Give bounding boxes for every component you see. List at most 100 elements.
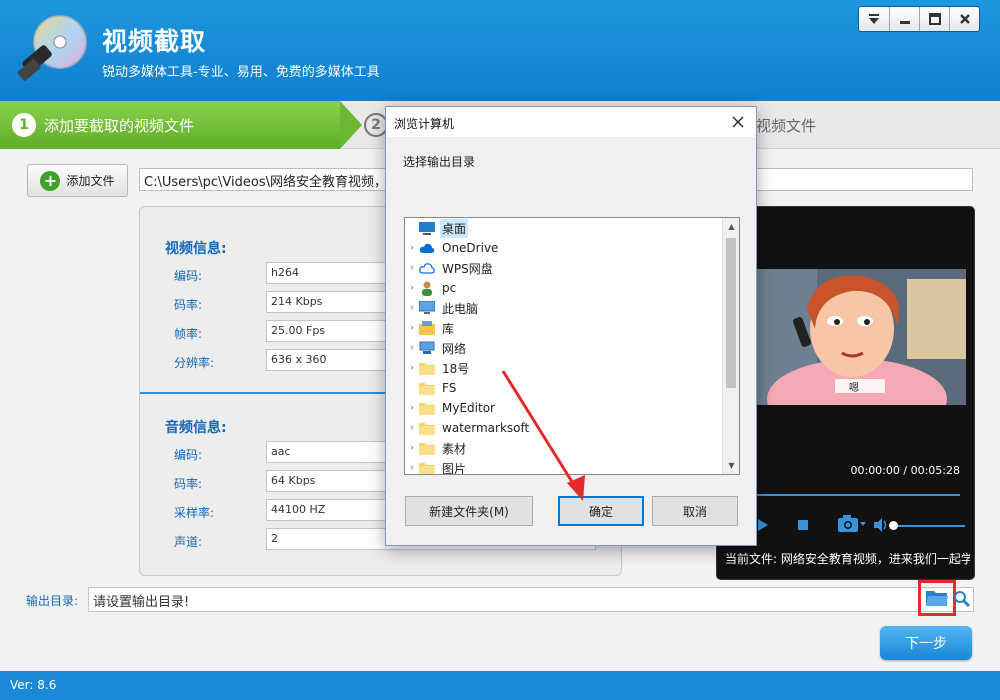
chevron-right-icon[interactable]: › (405, 443, 419, 453)
tree-scrollbar[interactable]: ▲ ▼ (722, 218, 739, 474)
tree-item[interactable]: › 库 (405, 318, 723, 338)
status-bar: Ver: 8.6 (0, 671, 1000, 700)
chevron-right-icon[interactable]: › (405, 283, 419, 293)
version-label: Ver: 8.6 (10, 678, 57, 692)
tree-item-label: FS (442, 381, 457, 395)
step-3-label: 视频文件 (756, 116, 817, 135)
cartoon-frame-image (757, 269, 966, 405)
folder-open-icon (926, 591, 948, 606)
folder-icon (419, 401, 435, 415)
dialog-close-button[interactable] (724, 109, 752, 135)
tree-item[interactable]: 桌面 (405, 218, 723, 238)
volume-button[interactable] (873, 517, 889, 537)
maximize-icon (928, 13, 941, 25)
folder-icon (419, 361, 435, 375)
play-button[interactable] (757, 518, 769, 536)
close-button[interactable] (949, 7, 979, 31)
computer-icon (419, 301, 435, 315)
desktop-icon (419, 221, 435, 235)
tree-item[interactable]: › 网络 (405, 338, 723, 358)
output-dir-field[interactable]: 请设置输出目录! (88, 587, 974, 612)
library-icon (419, 321, 435, 335)
volume-slider-knob[interactable] (889, 521, 898, 530)
tree-item[interactable]: › OneDrive (405, 238, 723, 258)
chevron-right-icon[interactable]: › (405, 403, 419, 413)
add-file-label: 添加文件 (66, 174, 115, 188)
tree-item-label: 此电脑 (442, 301, 479, 316)
chevron-right-icon[interactable]: › (405, 343, 419, 353)
folder-icon (419, 381, 435, 395)
scroll-thumb[interactable] (726, 238, 736, 388)
tree-item-label: MyEditor (442, 401, 495, 415)
close-icon (959, 14, 970, 24)
chevron-right-icon[interactable]: › (405, 323, 419, 333)
scroll-up-button[interactable]: ▲ (723, 218, 739, 235)
chevron-right-icon[interactable]: › (405, 263, 419, 273)
chevron-right-icon[interactable]: › (405, 243, 419, 253)
tree-item[interactable]: › pc (405, 278, 723, 298)
audio-channels-label: 声道: (174, 535, 203, 549)
close-icon (732, 116, 744, 128)
video-bitrate-label: 码率: (174, 298, 203, 312)
step-1[interactable]: 1 添加要截取的视频文件 (0, 101, 340, 149)
menu-button[interactable] (859, 7, 889, 31)
scroll-down-button[interactable]: ▼ (723, 457, 739, 474)
open-folder-button[interactable] (952, 588, 972, 610)
app-logo-icon (17, 15, 87, 81)
playback-progress[interactable] (757, 494, 960, 496)
play-icon (758, 519, 768, 531)
minimize-icon (899, 21, 910, 24)
folder-icon (419, 441, 435, 455)
add-file-button[interactable]: + 添加文件 (27, 164, 128, 197)
tree-item-label: WPS网盘 (442, 261, 493, 276)
tree-item[interactable]: › WPS网盘 (405, 258, 723, 278)
snapshot-button[interactable] (837, 514, 867, 538)
chevron-right-icon[interactable]: › (405, 363, 419, 373)
audio-codec-label: 编码: (174, 448, 203, 462)
chevron-right-icon[interactable]: › (405, 303, 419, 313)
plus-icon: + (40, 170, 61, 191)
tree-item-label: 图片 (442, 461, 467, 475)
cloud-outline-icon (419, 261, 435, 275)
video-resolution-label: 分辨率: (174, 356, 215, 370)
video-info-title: 视频信息: (165, 241, 227, 257)
time-display: 00:00:00 / 00:05:28 (850, 464, 960, 477)
folder-icon (419, 421, 435, 435)
step-3[interactable]: 视频文件 (756, 101, 816, 149)
chevron-right-icon[interactable]: › (405, 463, 419, 473)
audio-bitrate-label: 码率: (174, 477, 203, 491)
browse-folder-button[interactable] (918, 580, 956, 616)
stop-button[interactable] (797, 519, 809, 535)
dialog-prompt: 选择输出目录 (403, 155, 476, 169)
user-icon (419, 281, 435, 296)
folder-icon (419, 461, 435, 474)
tree-item-label: 网络 (442, 341, 467, 356)
cancel-button[interactable]: 取消 (652, 496, 738, 526)
tree-item[interactable]: › 此电脑 (405, 298, 723, 318)
step-1-label: 添加要截取的视频文件 (44, 116, 195, 135)
step-arrow (340, 101, 362, 149)
audio-samplerate-label: 采样率: (174, 506, 215, 520)
minimize-button[interactable] (889, 7, 919, 31)
volume-slider[interactable] (893, 525, 965, 527)
app-title: 视频截取 (102, 27, 207, 56)
dialog-titlebar: 浏览计算机 (386, 107, 756, 137)
chevron-right-icon[interactable]: › (405, 423, 419, 433)
tree-item-label: 素材 (442, 441, 467, 456)
menu-icon (869, 14, 879, 24)
current-file-label: 当前文件: 网络安全教育视频，进来我们一起学 (725, 552, 970, 566)
network-icon (419, 341, 435, 355)
output-dir-label: 输出目录: (26, 594, 79, 608)
next-step-button[interactable]: 下一步 (880, 626, 972, 660)
window-controls (858, 6, 980, 32)
video-frame[interactable]: 嗯 (757, 269, 966, 405)
maximize-button[interactable] (919, 7, 949, 31)
step-1-number: 1 (12, 113, 36, 137)
stop-icon (798, 520, 808, 530)
video-framerate-label: 帧率: (174, 327, 203, 341)
tree-item-label: 18号 (442, 361, 470, 376)
video-subtitle: 嗯 (849, 383, 859, 394)
camera-icon (838, 515, 866, 532)
video-codec-label: 编码: (174, 269, 203, 283)
tree-item-label: 库 (442, 321, 455, 336)
